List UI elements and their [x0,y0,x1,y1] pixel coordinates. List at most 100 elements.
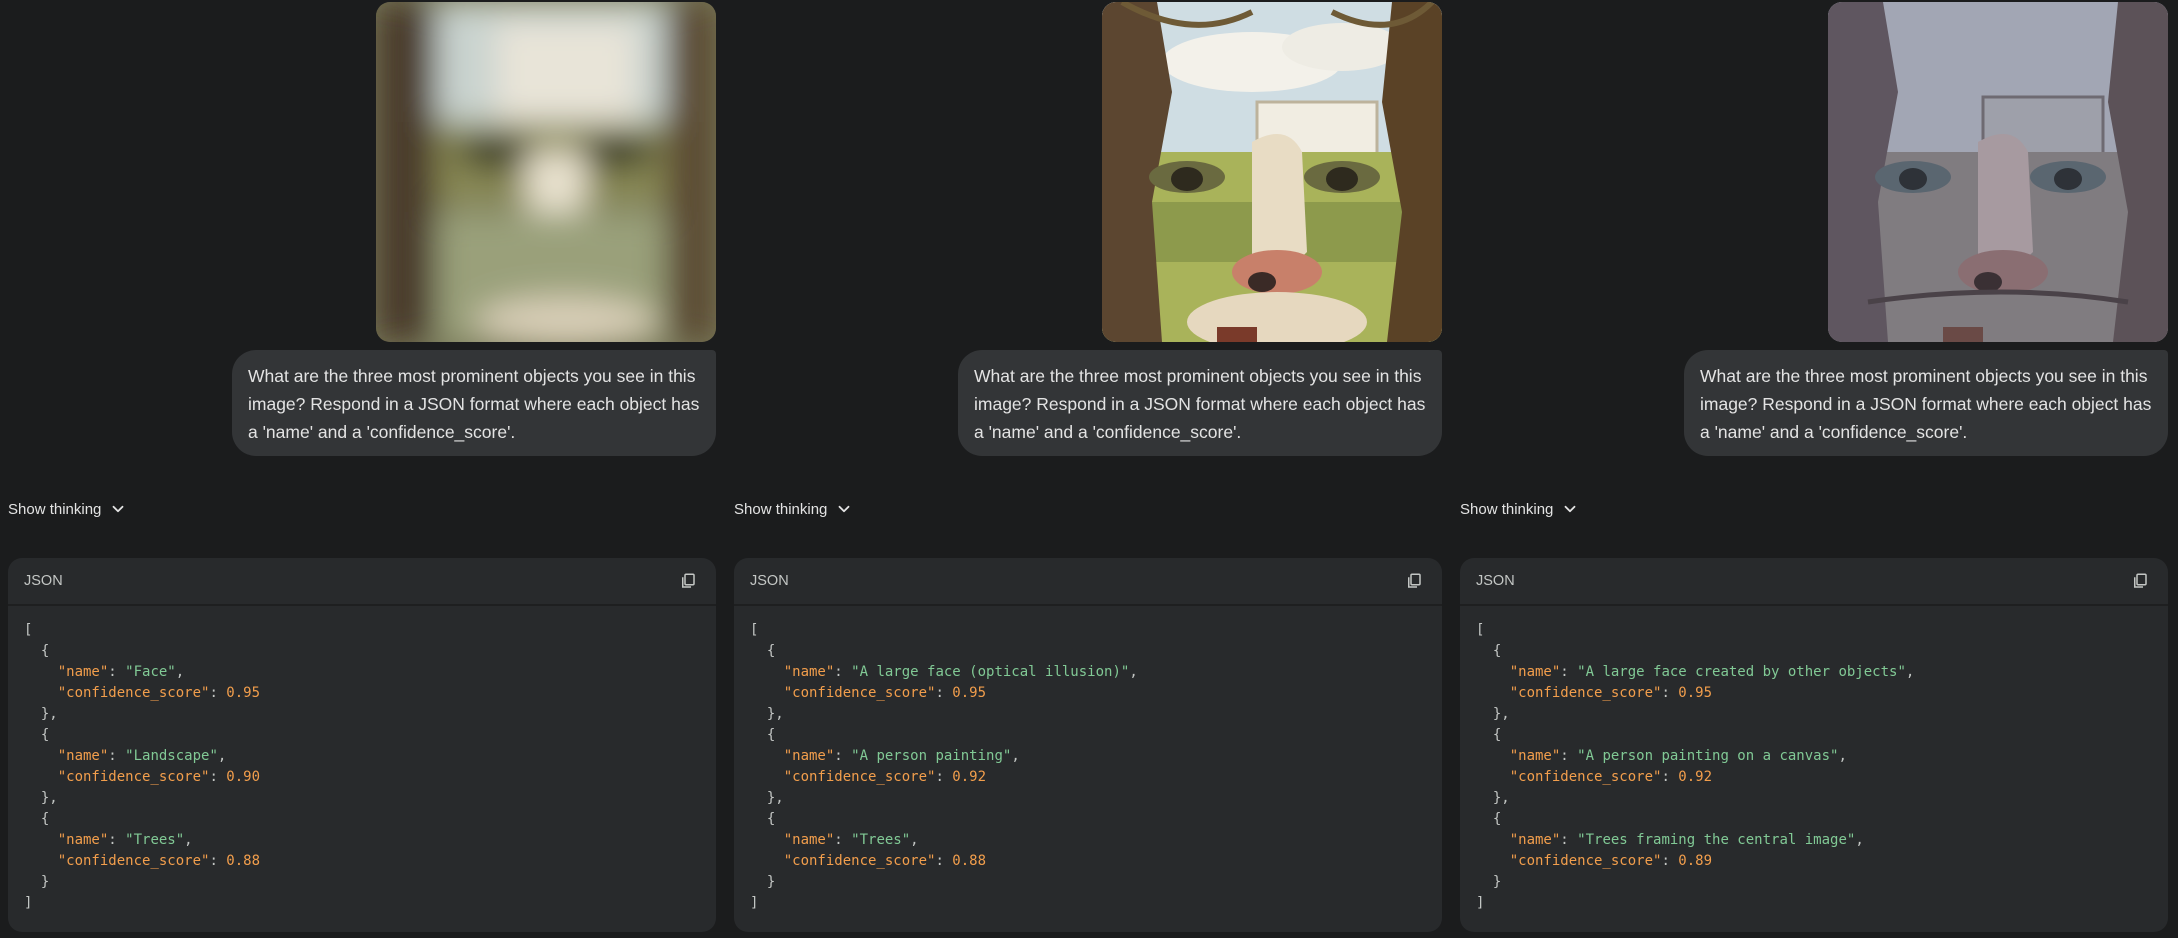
code-line: "name": "Landscape", [57,748,227,764]
code-line: "name": "A large face created by other o… [1509,664,1915,680]
json-code: [ { "name": "A large face created by oth… [1460,606,2168,914]
chevron-down-icon [113,505,124,513]
user-prompt-bubble: What are the three most prominent object… [958,350,1442,456]
code-line: "confidence_score": 0.88 [57,853,261,869]
json-string: "Trees" [851,832,911,848]
json-string: "Landscape" [125,748,218,764]
code-line: { [1476,811,1502,827]
code-line: { [24,727,50,743]
copy-code-button[interactable] [2128,569,2152,593]
show-thinking-toggle[interactable]: Show thinking [734,500,853,518]
code-line: "confidence_score": 0.95 [57,685,261,701]
json-string: "Trees framing the central image" [1577,832,1856,848]
show-thinking-toggle[interactable]: Show thinking [8,500,127,518]
code-line: } [24,874,50,890]
json-string: "A large face created by other objects" [1577,664,1906,680]
code-line: "name": "A person painting", [783,748,1020,764]
json-number: 0.92 [1678,769,1713,785]
code-block: JSON [ { "name": "Face", "confidence_sco… [8,558,716,932]
code-language-label: JSON [750,573,789,589]
json-key: "confidence_score" [57,685,210,701]
json-number: 0.89 [1678,853,1713,869]
json-number: 0.88 [226,853,261,869]
json-string: "A person painting" [851,748,1012,764]
code-line: }, [1476,706,1510,722]
copy-icon [1408,573,1421,588]
json-key: "confidence_score" [1509,769,1662,785]
json-number: 0.95 [952,685,987,701]
json-string: "A large face (optical illusion)" [851,664,1130,680]
code-line: }, [24,790,58,806]
code-line: ] [1476,895,1485,911]
code-line: { [750,643,776,659]
blurred-face-illusion-image [376,2,716,342]
code-line: "confidence_score": 0.89 [1509,853,1713,869]
stylized-face-illusion-image [1828,2,2168,342]
code-language-label: JSON [1476,573,1515,589]
code-line: }, [750,790,784,806]
json-number: 0.92 [952,769,987,785]
code-line: "confidence_score": 0.92 [783,769,987,785]
code-line: { [24,643,50,659]
json-key: "name" [1509,664,1561,680]
json-key: "name" [783,664,835,680]
code-line: "name": "A large face (optical illusion)… [783,664,1138,680]
json-string: "A person painting on a canvas" [1577,748,1839,764]
show-thinking-toggle[interactable]: Show thinking [1460,500,1579,518]
code-line: }, [1476,790,1510,806]
code-line: [ [1476,622,1485,638]
code-line: ] [750,895,759,911]
copy-icon [2134,573,2147,588]
code-line: [ [24,622,33,638]
copy-code-button[interactable] [1402,569,1426,593]
json-key: "name" [1509,832,1561,848]
json-code: [ { "name": "A large face (optical illus… [734,606,1442,914]
code-block: JSON [ { "name": "A large face created b… [1460,558,2168,932]
code-block: JSON [ { "name": "A large face (optical … [734,558,1442,932]
code-line: "name": "Trees", [783,832,919,848]
uploaded-image-stylized[interactable] [1828,2,2168,342]
code-line: } [750,874,776,890]
json-key: "name" [1509,748,1561,764]
json-number: 0.95 [226,685,261,701]
user-prompt-bubble: What are the three most prominent object… [1684,350,2168,456]
code-block-header: JSON [1460,558,2168,606]
code-line: "confidence_score": 0.95 [783,685,987,701]
uploaded-image-blurred[interactable] [376,2,716,342]
code-line: }, [750,706,784,722]
copy-code-button[interactable] [676,569,700,593]
json-key: "confidence_score" [783,685,936,701]
code-line: { [24,811,50,827]
code-line: "confidence_score": 0.92 [1509,769,1713,785]
json-key: "confidence_score" [57,853,210,869]
copy-icon [682,573,695,588]
json-key: "name" [57,748,109,764]
json-key: "confidence_score" [783,769,936,785]
code-line: "confidence_score": 0.95 [1509,685,1713,701]
code-line: { [750,811,776,827]
code-line: "name": "Trees", [57,832,193,848]
code-line: [ [750,622,759,638]
code-line: { [1476,643,1502,659]
code-line: ] [24,895,33,911]
user-prompt-bubble: What are the three most prominent object… [232,350,716,456]
uploaded-image-original[interactable] [1102,2,1442,342]
json-key: "name" [783,832,835,848]
response-panel-3: What are the three most prominent object… [1460,0,2170,938]
json-number: 0.88 [952,853,987,869]
code-line: "confidence_score": 0.90 [57,769,261,785]
code-line: } [1476,874,1502,890]
json-string: "Trees" [125,832,185,848]
json-key: "name" [57,664,109,680]
code-line: "name": "Trees framing the central image… [1509,832,1864,848]
json-string: "Face" [125,664,176,680]
code-line: { [750,727,776,743]
chevron-down-icon [839,505,850,513]
code-block-header: JSON [8,558,716,606]
json-key: "name" [57,832,109,848]
response-panel-2: What are the three most prominent object… [734,0,1444,938]
chevron-down-icon [1565,505,1576,513]
json-key: "confidence_score" [1509,853,1662,869]
json-key: "name" [783,748,835,764]
code-line: "confidence_score": 0.88 [783,853,987,869]
